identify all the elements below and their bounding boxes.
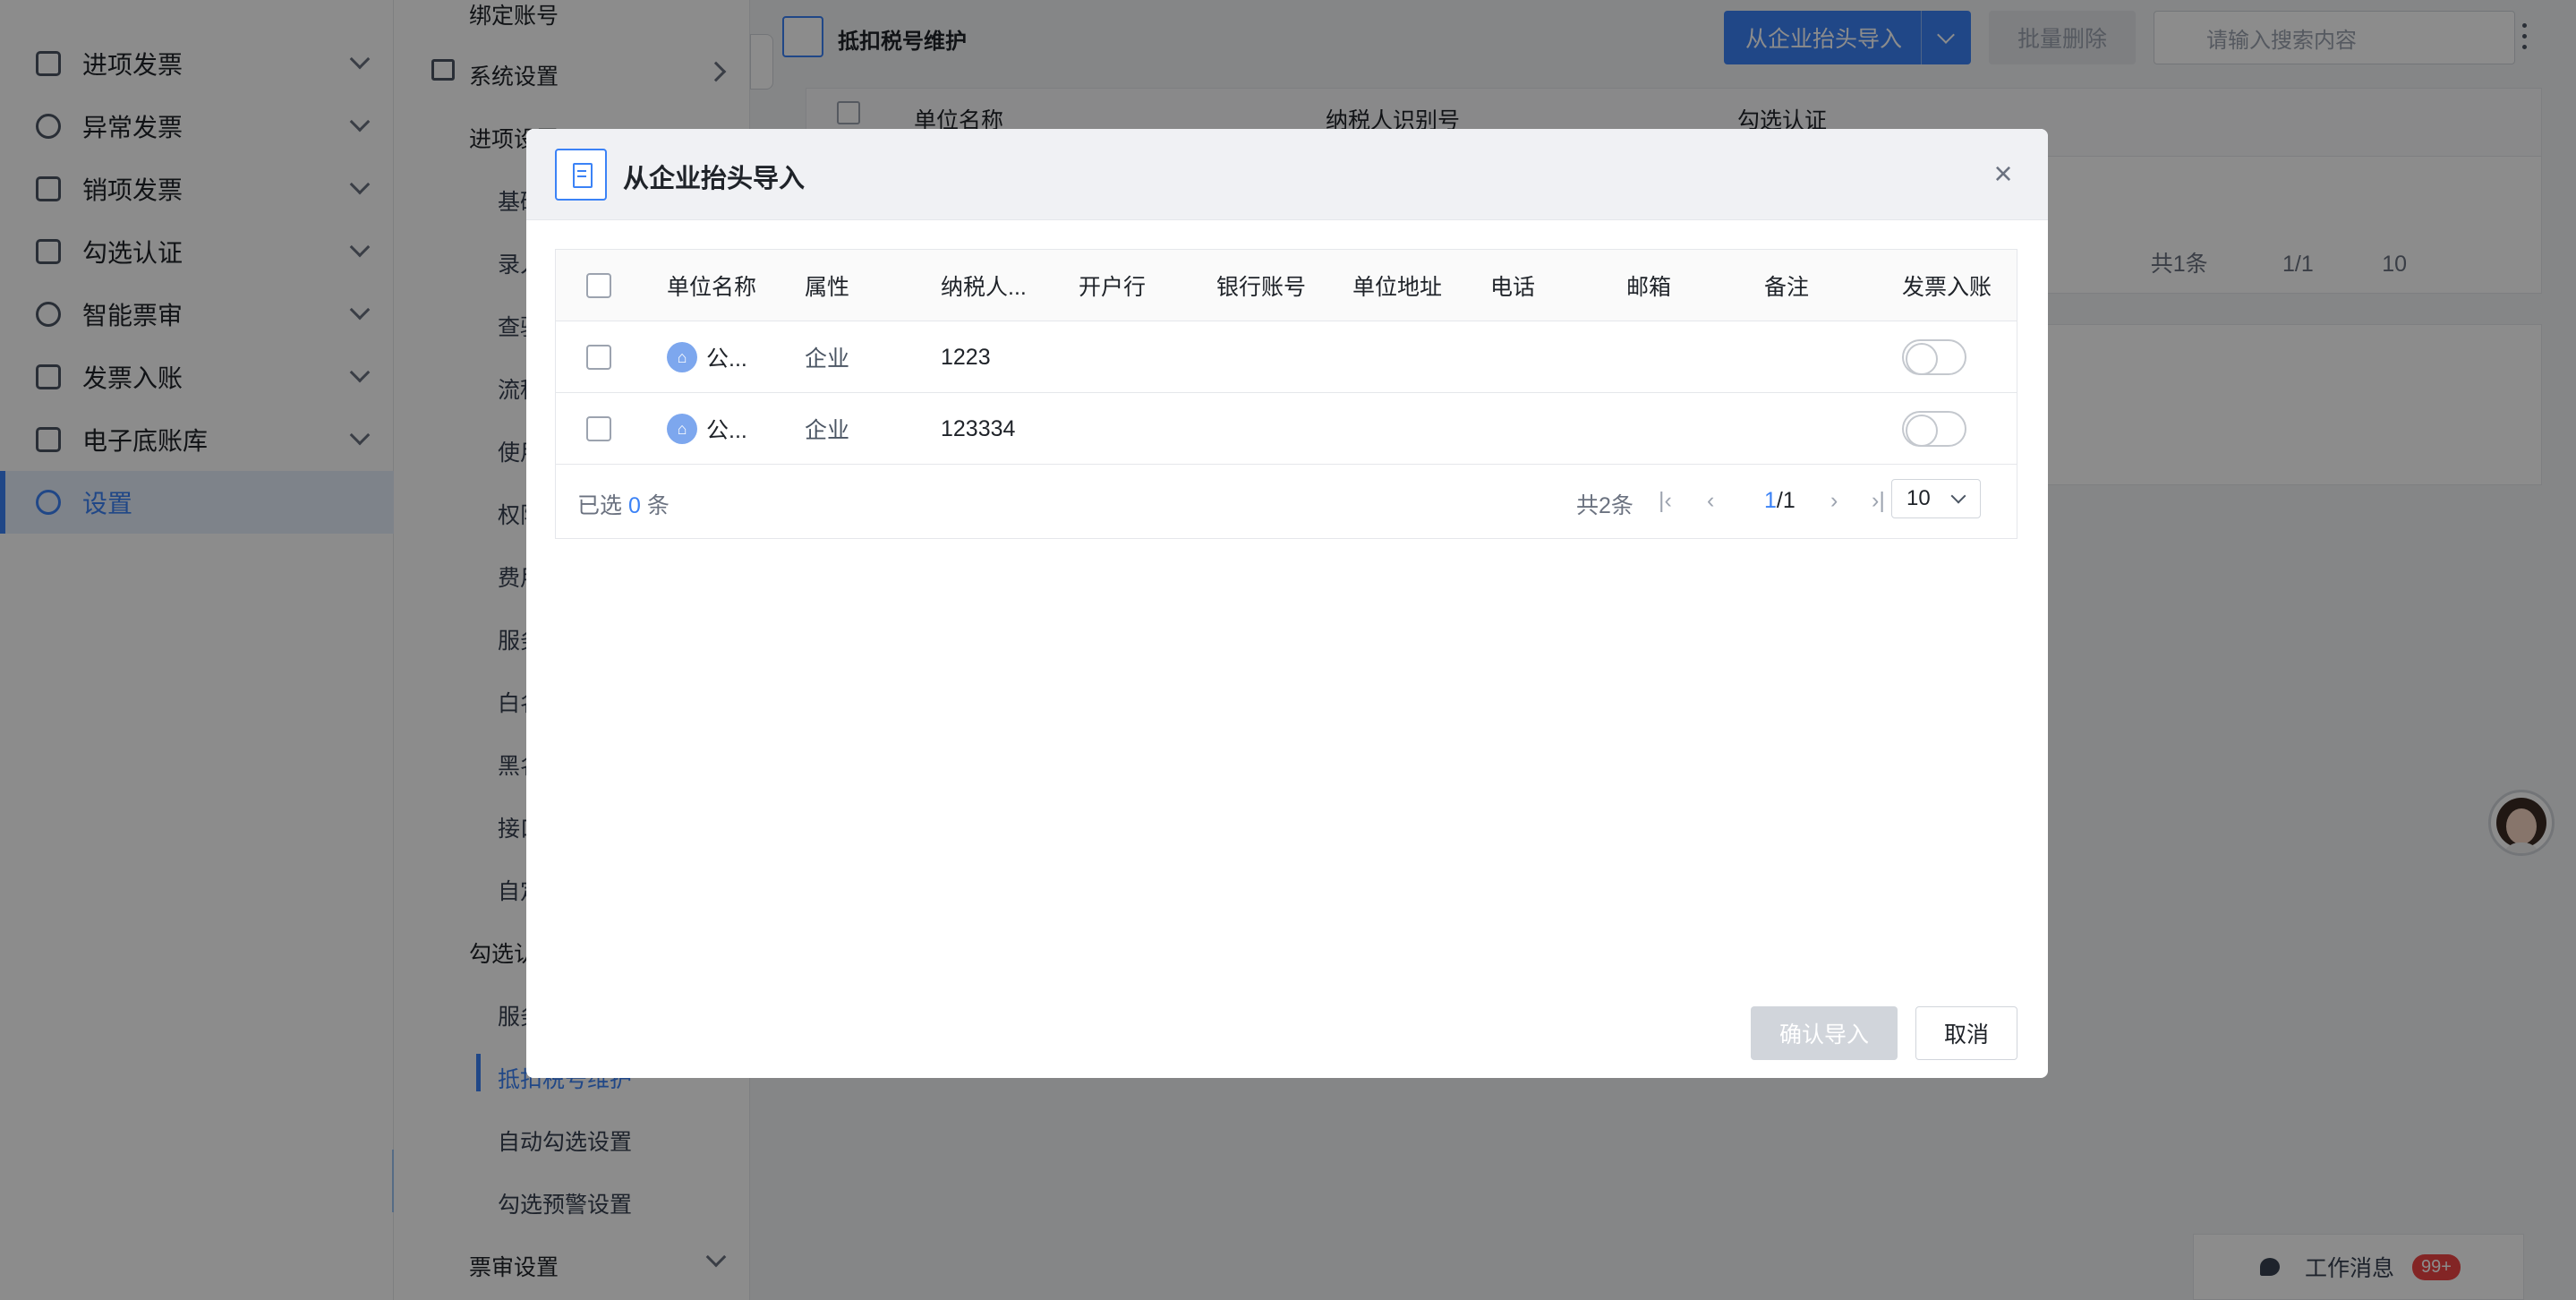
column-header: 邮箱 <box>1626 275 1672 300</box>
chevron-down-icon <box>1950 488 1966 504</box>
confirm-import-button[interactable]: 确认导入 <box>1751 1006 1898 1060</box>
cancel-button[interactable]: 取消 <box>1915 1006 2017 1060</box>
column-header: 单位名称 <box>667 275 757 300</box>
select-all-checkbox[interactable] <box>586 273 611 298</box>
table-header-row: 单位名称 属性 纳税人... 开户行 银行账号 单位地址 电话 邮箱 备注 发票… <box>556 250 2017 321</box>
column-header: 银行账号 <box>1216 275 1307 300</box>
last-page-icon[interactable]: ›| <box>1872 488 1885 514</box>
selected-suffix: 条 <box>646 493 670 518</box>
column-header: 发票入账 <box>1902 275 1992 300</box>
table-row[interactable]: ⌂ 公... 企业 123334 <box>556 393 2017 465</box>
pagination-total: 共2条 <box>1576 493 1633 518</box>
select-all-cell <box>586 250 611 321</box>
invoice-posting-toggle[interactable] <box>1902 339 1966 375</box>
posting-cell <box>1902 321 1966 393</box>
prev-page-icon[interactable]: ‹ <box>1707 488 1714 514</box>
column-header: 属性 <box>805 275 850 300</box>
row-select-cell <box>586 393 611 465</box>
page-size-select[interactable]: 10 <box>1891 479 1981 518</box>
next-page-icon[interactable]: › <box>1830 488 1838 514</box>
invoice-posting-toggle[interactable] <box>1902 411 1966 447</box>
building-icon: ⌂ <box>667 342 697 372</box>
company-name-cell: ⌂ 公... <box>667 321 747 393</box>
column-header: 纳税人... <box>941 275 1027 300</box>
company-header-table: 单位名称 属性 纳税人... 开户行 银行账号 单位地址 电话 邮箱 备注 发票… <box>555 249 2017 539</box>
attribute-cell: 企业 <box>805 346 850 372</box>
pagination-page: 1/1 <box>1764 488 1796 514</box>
import-dialog: 从企业抬头导入 × 单位名称 属性 纳税人... 开户行 银行账号 单位地址 电… <box>526 129 2048 1078</box>
row-select-cell <box>586 321 611 393</box>
table-row[interactable]: ⌂ 公... 企业 1223 <box>556 321 2017 393</box>
current-page: 1 <box>1764 488 1777 513</box>
page-count: /1 <box>1776 488 1796 513</box>
first-page-icon[interactable]: |‹ <box>1659 488 1672 514</box>
dialog-header: 从企业抬头导入 × <box>526 129 2048 220</box>
company-name: 公... <box>706 418 747 443</box>
row-checkbox[interactable] <box>586 416 611 441</box>
posting-cell <box>1902 393 1966 465</box>
building-icon: ⌂ <box>667 414 697 444</box>
close-icon[interactable]: × <box>1987 158 2019 190</box>
selected-prefix: 已选 <box>577 493 623 518</box>
column-header: 备注 <box>1764 275 1810 300</box>
dialog-title: 从企业抬头导入 <box>623 165 806 193</box>
column-header: 开户行 <box>1079 275 1147 300</box>
company-name-cell: ⌂ 公... <box>667 393 747 465</box>
row-checkbox[interactable] <box>586 345 611 370</box>
receipt-icon <box>555 149 607 201</box>
selected-count: 0 <box>627 493 641 518</box>
selected-summary: 已选 0 条 <box>577 488 670 520</box>
tax-number-cell: 1223 <box>941 344 991 370</box>
attribute-cell: 企业 <box>805 418 850 443</box>
page-size-value: 10 <box>1906 486 1931 510</box>
column-header: 单位地址 <box>1352 275 1443 300</box>
tax-number-cell: 123334 <box>941 415 1016 441</box>
column-header: 电话 <box>1490 275 1536 300</box>
table-footer: 已选 0 条 共2条 |‹ ‹ 1/1 › ›| 10 <box>556 465 2017 538</box>
company-name: 公... <box>706 346 747 372</box>
